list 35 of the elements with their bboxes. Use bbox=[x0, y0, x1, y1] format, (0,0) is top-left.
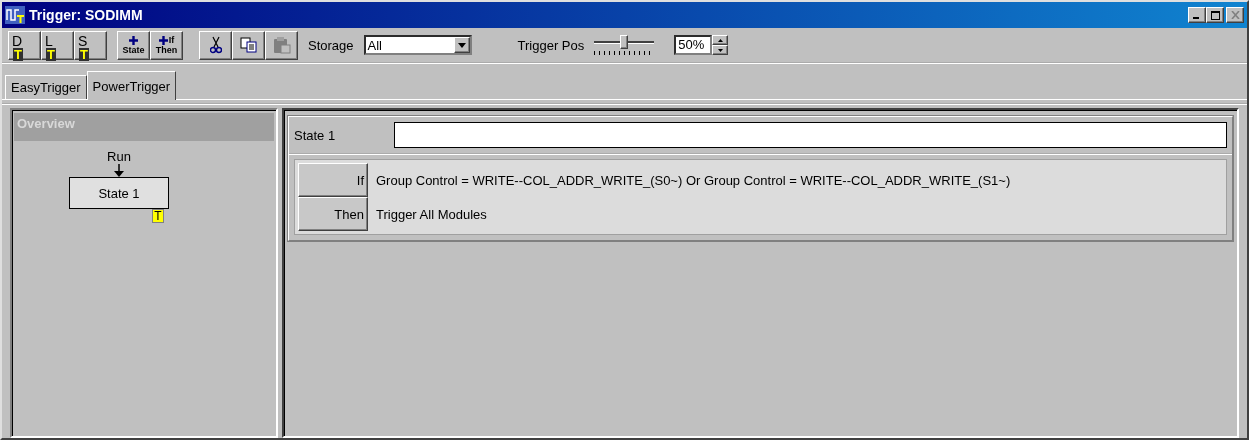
spin-buttons[interactable] bbox=[712, 35, 729, 55]
condition-button[interactable]: Then bbox=[298, 197, 368, 231]
trigger-pos-field[interactable]: 50% bbox=[674, 35, 713, 55]
maximize-button[interactable] bbox=[1206, 7, 1224, 23]
app-icon bbox=[5, 6, 25, 24]
copy-button[interactable] bbox=[232, 30, 265, 60]
copy-icon bbox=[239, 37, 258, 53]
plus-icon bbox=[158, 35, 168, 45]
dropdown-arrow-icon bbox=[457, 42, 466, 48]
maximize-icon bbox=[1210, 10, 1220, 20]
add-if-then-button[interactable]: If Then bbox=[150, 30, 183, 60]
plus-icon bbox=[129, 35, 138, 45]
storage-dropdown[interactable]: All bbox=[363, 35, 472, 55]
state-node[interactable]: State 1 bbox=[69, 177, 169, 209]
cut-button[interactable] bbox=[199, 30, 232, 60]
trigger-pos-slider[interactable] bbox=[594, 34, 655, 56]
storage-label: Storage bbox=[308, 37, 354, 53]
tab[interactable]: EasyTrigger bbox=[5, 75, 87, 99]
tab[interactable]: PowerTrigger bbox=[86, 71, 177, 100]
window-title: Trigger: SODIMM bbox=[29, 7, 144, 23]
start-label: Run bbox=[107, 149, 131, 164]
trigger-pos-label: Trigger Pos bbox=[517, 37, 585, 53]
scissors-icon bbox=[209, 36, 222, 54]
condition-text: Trigger All Modules bbox=[376, 205, 488, 224]
down-arrow-icon bbox=[114, 164, 124, 177]
clipboard-icon bbox=[272, 36, 291, 54]
add-state-button[interactable]: State bbox=[117, 30, 150, 60]
trigger-badge: T bbox=[152, 209, 164, 223]
condition-text: Group Control = WRITE--COL_ADDR_WRITE_(S0~) Or Group Control = WRITE--COL_ADDR_WRITE_(S1~) bbox=[376, 171, 1012, 190]
minimize-button[interactable] bbox=[1188, 7, 1206, 23]
panel-header: Overview bbox=[14, 113, 274, 141]
state-name: State 1 bbox=[294, 127, 337, 143]
condition-button[interactable]: If bbox=[298, 163, 368, 197]
state-description-field[interactable] bbox=[394, 122, 1227, 148]
close-icon bbox=[1230, 11, 1240, 19]
